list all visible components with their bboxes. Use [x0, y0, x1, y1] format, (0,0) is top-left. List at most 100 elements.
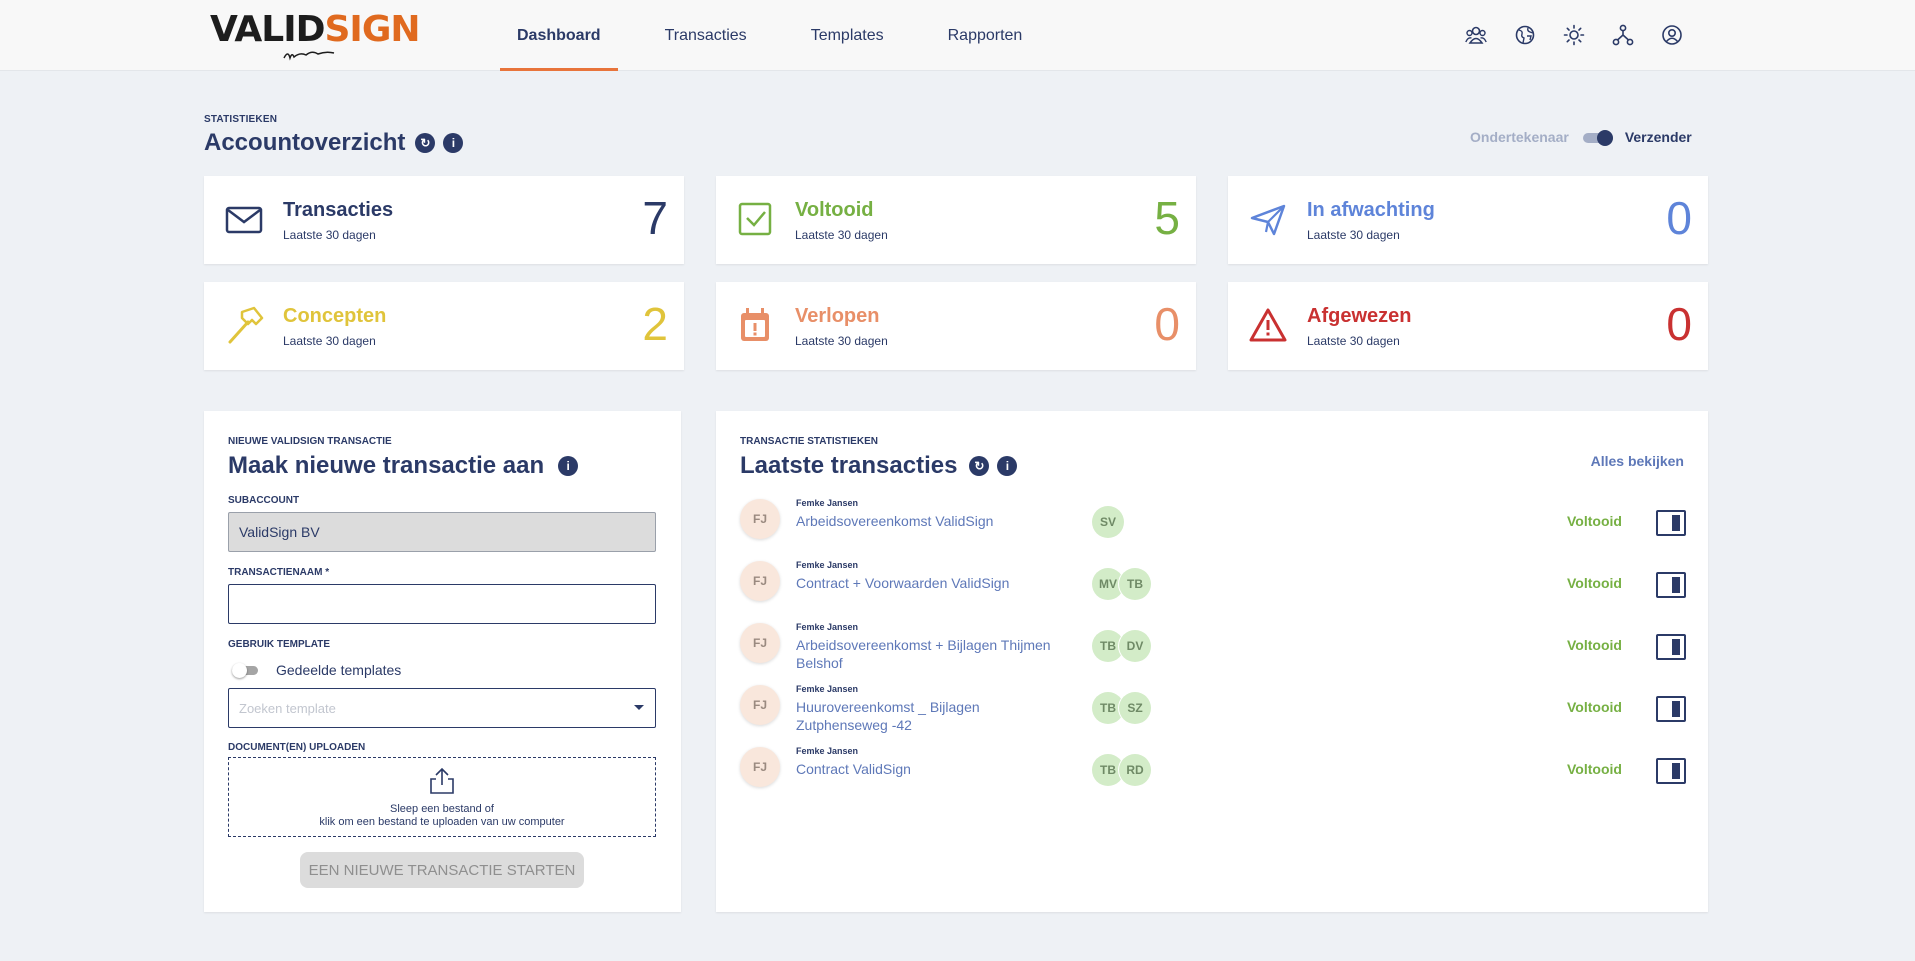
card-voltooid[interactable]: Voltooid Laatste 30 dagen 5: [716, 176, 1196, 264]
document-link[interactable]: Contract + Voorwaarden ValidSign: [796, 574, 1066, 592]
stats-title-row: Accountoverzicht ↻ i: [204, 129, 464, 157]
template-search-placeholder: Zoeken template: [239, 700, 336, 716]
envelope-icon: [225, 206, 263, 234]
owner-avatar: FJ: [740, 685, 780, 725]
validsign-logo[interactable]: VALIDSIGN: [210, 9, 421, 66]
open-panel-icon[interactable]: [1656, 634, 1686, 660]
transaction-row[interactable]: FJ Femke Jansen Contract ValidSign TB RD…: [740, 742, 1686, 802]
transaction-row[interactable]: FJ Femke Jansen Arbeidsovereenkomst Vali…: [740, 494, 1686, 554]
open-panel-icon[interactable]: [1656, 696, 1686, 722]
stats-title: Accountoverzicht: [204, 129, 406, 156]
upload-hint-2: klik om een bestand te uploaden van uw c…: [319, 816, 565, 828]
transaction-row[interactable]: FJ Femke Jansen Huurovereenkomst _ Bijla…: [740, 680, 1686, 740]
logo-part-2: SIGN: [324, 9, 421, 50]
signer-avatar: RD: [1119, 754, 1151, 786]
nav-transacties[interactable]: Transacties: [648, 0, 764, 71]
nav-rapporten[interactable]: Rapporten: [931, 0, 1040, 71]
check-icon: [738, 202, 772, 236]
role-toggle: Ondertekenaar Verzender: [1470, 129, 1692, 146]
role-switch[interactable]: [1582, 130, 1613, 146]
stats-kicker: STATISTIEKEN: [204, 114, 278, 125]
main-nav: Dashboard Transacties Templates Rapporte…: [500, 0, 1069, 71]
refresh-icon[interactable]: ↻: [415, 133, 436, 153]
document-link[interactable]: Huurovereenkomst _ Bijlagen Zutphenseweg…: [796, 698, 1066, 734]
card-in-afwachting[interactable]: In afwachting Laatste 30 dagen 0: [1228, 176, 1708, 264]
globe-icon[interactable]: [1512, 22, 1538, 48]
new-tx-title: Maak nieuwe transactie aan: [228, 452, 545, 479]
card-title: In afwachting: [1307, 199, 1435, 221]
template-search-select[interactable]: Zoeken template: [228, 688, 656, 728]
document-link[interactable]: Arbeidsovereenkomst + Bijlagen Thijmen B…: [796, 636, 1066, 672]
latest-title: Laatste transacties: [740, 452, 958, 479]
toggle-label-sender: Verzender: [1624, 129, 1692, 145]
card-subtitle: Laatste 30 dagen: [283, 334, 376, 348]
refresh-icon[interactable]: ↻: [969, 456, 990, 476]
transaction-name-input[interactable]: [228, 584, 656, 624]
new-tx-title-row: Maak nieuwe transactie aan i: [228, 452, 579, 480]
hammer-icon: [228, 306, 264, 344]
signer-avatar: SZ: [1119, 692, 1151, 724]
logo-part-1: VALID: [210, 9, 325, 50]
shared-templates-switch[interactable]: [232, 663, 258, 678]
card-value: 2: [642, 298, 668, 350]
file-upload-dropzone[interactable]: Sleep een bestand of klik om een bestand…: [228, 757, 656, 837]
subaccount-field: ValidSign BV: [228, 512, 656, 552]
owner-name: Femke Jansen: [796, 498, 859, 508]
paper-plane-icon: [1250, 204, 1286, 236]
signer-avatar: DV: [1119, 630, 1151, 662]
info-icon[interactable]: i: [443, 133, 464, 153]
owner-avatar: FJ: [740, 623, 780, 663]
signer-avatar: TB: [1119, 568, 1151, 600]
nav-dashboard[interactable]: Dashboard: [500, 0, 618, 71]
see-all-link[interactable]: Alles bekijken: [1591, 453, 1684, 469]
transaction-row[interactable]: FJ Femke Jansen Arbeidsovereenkomst + Bi…: [740, 618, 1686, 678]
stats-header: STATISTIEKEN Accountoverzicht ↻ i: [204, 114, 464, 157]
card-value: 0: [1666, 192, 1692, 244]
upload-label: DOCUMENT(EN) UPLOADEN: [228, 742, 366, 753]
status-badge: Voltooid: [1567, 513, 1622, 529]
signers: TB DV: [1092, 630, 1151, 662]
transaction-row[interactable]: FJ Femke Jansen Contract + Voorwaarden V…: [740, 556, 1686, 616]
latest-transactions-panel: TRANSACTIE STATISTIEKEN Laatste transact…: [716, 411, 1708, 912]
document-link[interactable]: Contract ValidSign: [796, 760, 1066, 778]
nav-templates[interactable]: Templates: [794, 0, 901, 71]
card-value: 7: [642, 192, 668, 244]
transaction-name-label: TRANSACTIENAAM *: [228, 567, 330, 578]
card-transacties[interactable]: Transacties Laatste 30 dagen 7: [204, 176, 684, 264]
owner-avatar: FJ: [740, 561, 780, 601]
upload-hint-1: Sleep een bestand of: [390, 803, 494, 815]
card-title: Transacties: [283, 199, 394, 221]
account-icon[interactable]: [1659, 22, 1685, 48]
info-icon[interactable]: i: [997, 456, 1018, 476]
owner-name: Femke Jansen: [796, 560, 859, 570]
start-transaction-button[interactable]: EEN NIEUWE TRANSACTIE STARTEN: [300, 852, 584, 888]
open-panel-icon[interactable]: [1656, 758, 1686, 784]
document-link[interactable]: Arbeidsovereenkomst ValidSign: [796, 512, 1066, 530]
card-concepten[interactable]: Concepten Laatste 30 dagen 2: [204, 282, 684, 370]
card-value: 0: [1666, 298, 1692, 350]
status-badge: Voltooid: [1567, 637, 1622, 653]
subaccount-label: SUBACCOUNT: [228, 495, 300, 506]
latest-kicker: TRANSACTIE STATISTIEKEN: [740, 436, 878, 447]
card-verlopen[interactable]: Verlopen Laatste 30 dagen 0: [716, 282, 1196, 370]
card-afgewezen[interactable]: Afgewezen Laatste 30 dagen 0: [1228, 282, 1708, 370]
latest-title-row: Laatste transacties ↻ i: [740, 452, 1018, 480]
calendar-alert-icon: [741, 308, 769, 341]
signer-avatar: SV: [1092, 506, 1124, 538]
card-value: 0: [1154, 298, 1180, 350]
info-icon[interactable]: i: [558, 456, 579, 476]
chevron-down-icon: [634, 705, 644, 710]
card-subtitle: Laatste 30 dagen: [795, 334, 888, 348]
new-tx-kicker: NIEUWE VALIDSIGN TRANSACTIE: [228, 436, 392, 447]
open-panel-icon[interactable]: [1656, 510, 1686, 536]
sun-icon[interactable]: [1561, 22, 1587, 48]
status-badge: Voltooid: [1567, 699, 1622, 715]
users-icon[interactable]: [1463, 22, 1489, 48]
owner-avatar: FJ: [740, 747, 780, 787]
warning-icon: [1249, 308, 1287, 342]
open-panel-icon[interactable]: [1656, 572, 1686, 598]
card-subtitle: Laatste 30 dagen: [283, 228, 376, 242]
card-title: Verlopen: [795, 305, 880, 327]
network-icon[interactable]: [1610, 22, 1636, 48]
top-navigation-bar: VALIDSIGN Dashboard Transacties Template…: [0, 0, 1915, 71]
